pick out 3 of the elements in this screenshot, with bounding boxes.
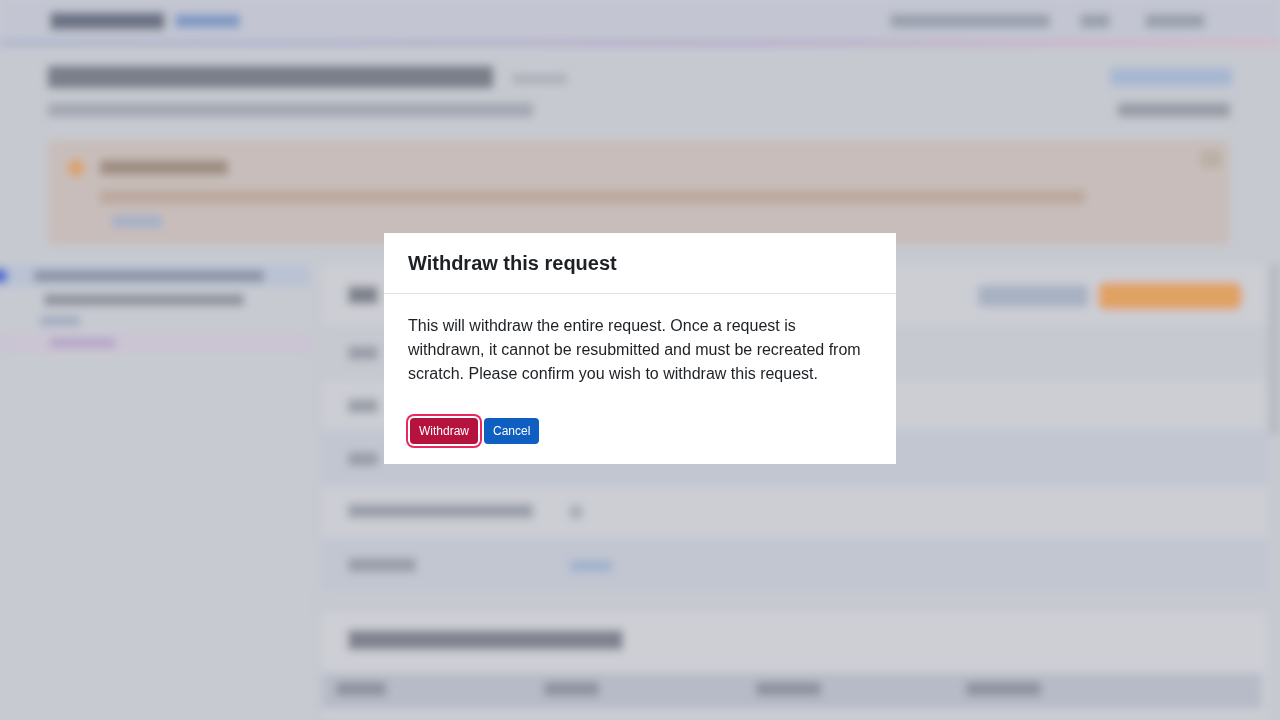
cancel-button[interactable]: Cancel (484, 418, 540, 444)
dialog-message: This will withdraw the entire request. Once a request is withdrawn, it cannot be resubmitted and must be recreated from scratch. Please confirm you wish to withdraw this request. (408, 316, 862, 384)
dialog-title: Withdraw this request (408, 251, 618, 276)
